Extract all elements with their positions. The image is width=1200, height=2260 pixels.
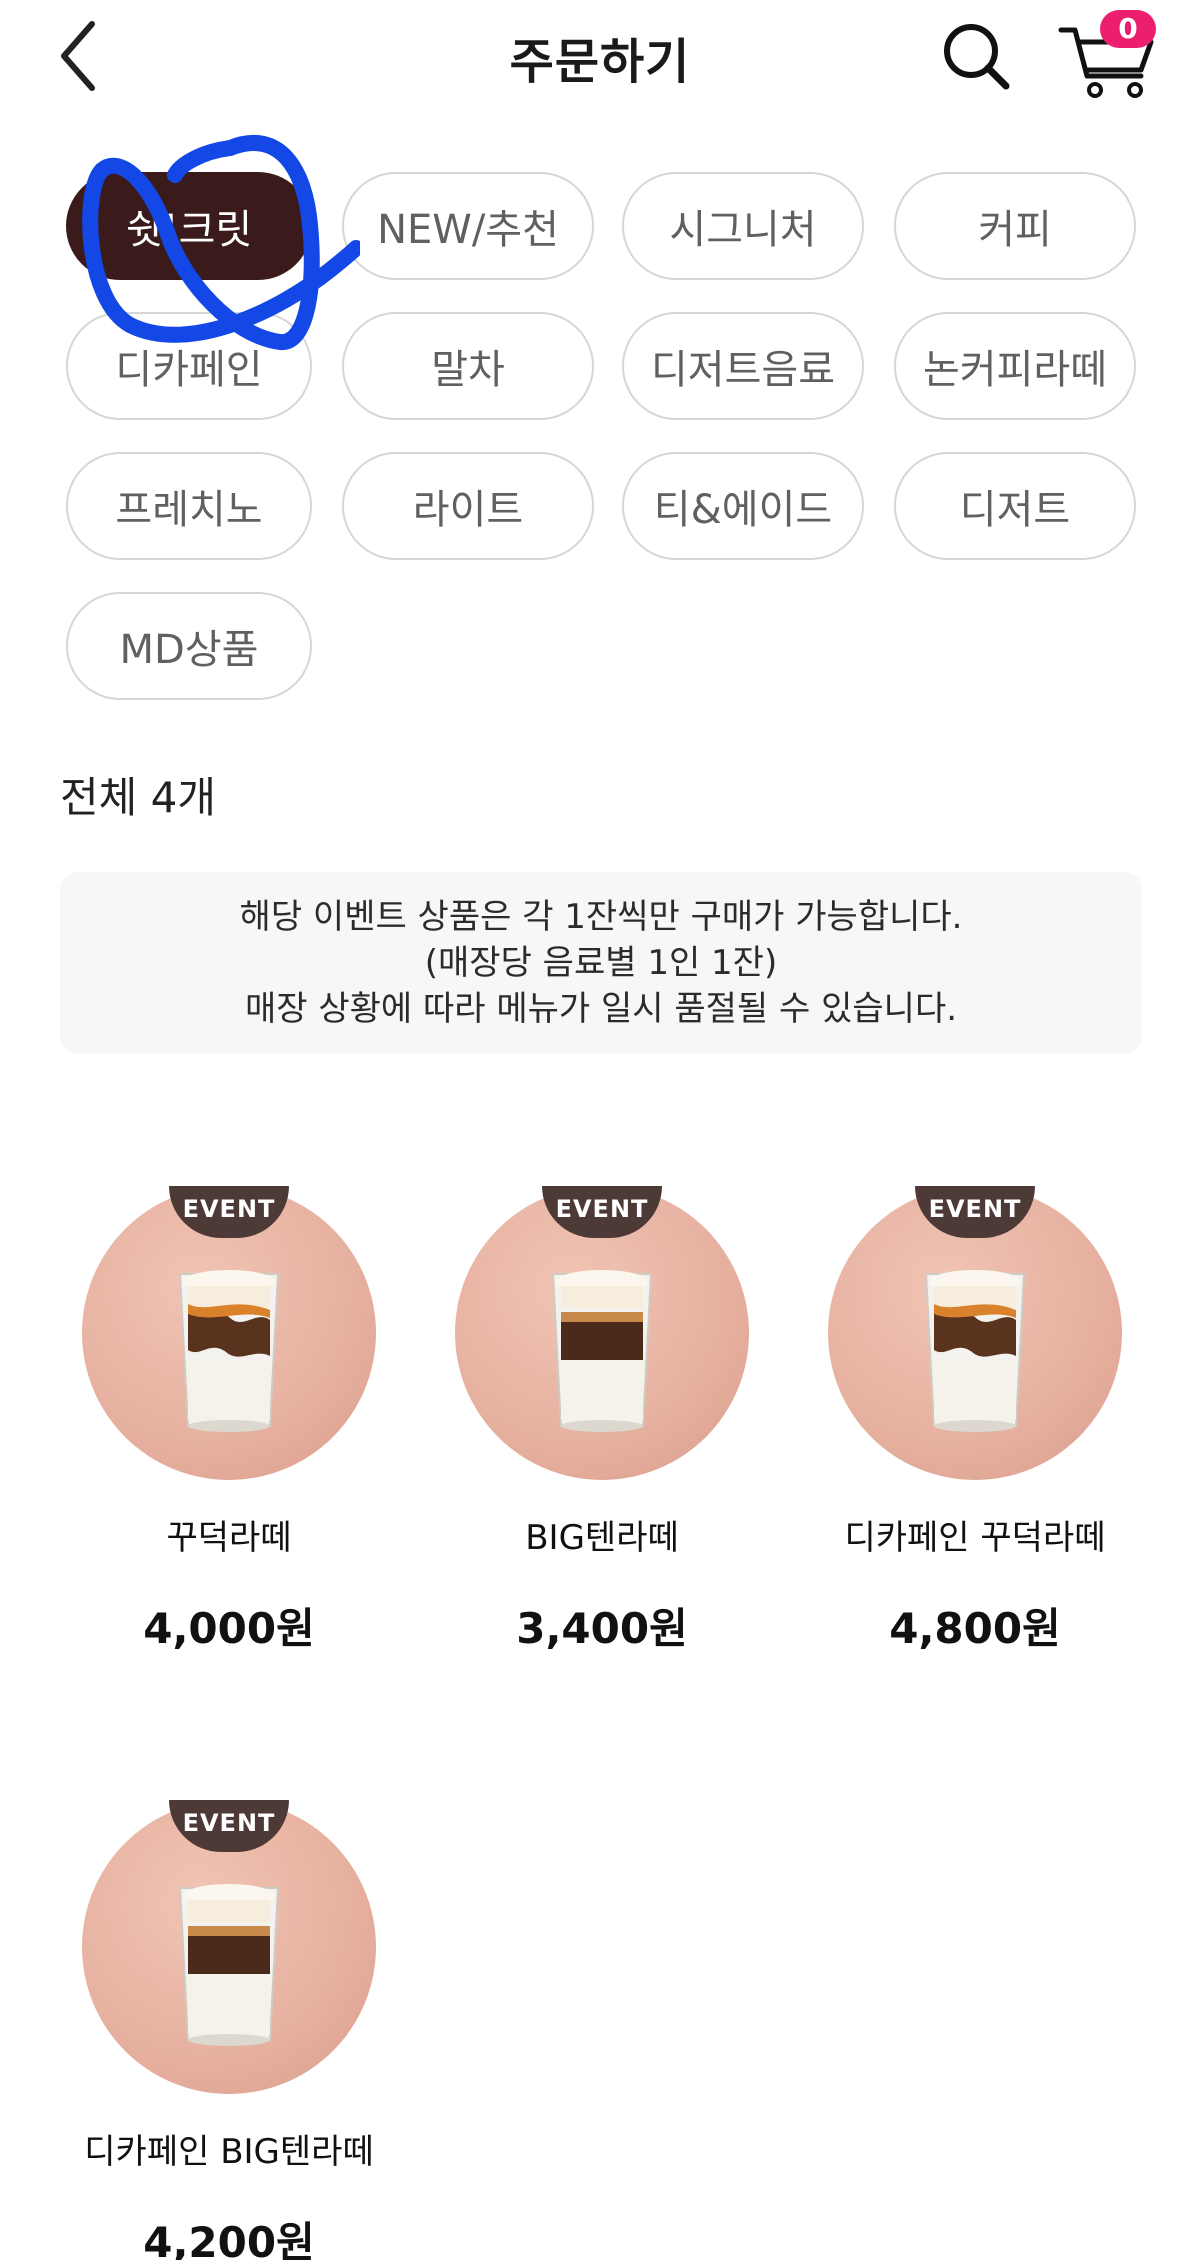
category-chip[interactable]: 라이트 xyxy=(342,452,594,560)
notice-line: (매장당 음료별 1인 1잔) xyxy=(424,943,778,983)
event-notice: 해당 이벤트 상품은 각 1잔씩만 구매가 가능합니다. (매장당 음료별 1인… xyxy=(60,872,1142,1054)
page-title: 주문하기 xyxy=(509,34,691,90)
product-name: 디카페인 꾸덕라떼 xyxy=(844,1518,1106,1558)
product-card[interactable]: EVENT 디카페인 BIG텐라떼 4,200원 xyxy=(43,1800,415,2260)
search-button[interactable] xyxy=(940,20,1012,92)
search-icon xyxy=(944,24,1010,90)
product-image: EVENT xyxy=(82,1800,376,2094)
product-image: EVENT xyxy=(82,1186,376,1480)
category-chip[interactable]: 커피 xyxy=(894,172,1136,280)
drink-cup-icon xyxy=(178,1270,280,1432)
category-chip[interactable]: 말차 xyxy=(342,312,594,420)
product-card[interactable]: EVENT 꾸덕라떼 4,000원 xyxy=(43,1186,415,1656)
category-chip[interactable]: 논커피라떼 xyxy=(894,312,1136,420)
notice-line: 매장 상황에 따라 메뉴가 일시 품절될 수 있습니다. xyxy=(244,989,958,1029)
drink-cup-icon xyxy=(551,1270,653,1432)
drink-cup-icon xyxy=(924,1270,1026,1432)
drink-cup-icon xyxy=(178,1884,280,2046)
category-chip[interactable]: NEW/추천 xyxy=(342,172,594,280)
product-price: 4,200원 xyxy=(143,2218,315,2260)
category-chip[interactable]: 티&에이드 xyxy=(622,452,864,560)
product-name: 디카페인 BIG텐라떼 xyxy=(84,2132,374,2172)
product-price: 3,400원 xyxy=(516,1604,688,1653)
product-price: 4,800원 xyxy=(889,1604,1061,1653)
product-card[interactable]: EVENT BIG텐라떼 3,400원 xyxy=(416,1186,788,1656)
category-chip[interactable]: 프레치노 xyxy=(66,452,312,560)
product-image: EVENT xyxy=(828,1186,1122,1480)
category-chip[interactable]: 시그니처 xyxy=(622,172,864,280)
cart-count-badge: 0 xyxy=(1100,10,1156,48)
product-image: EVENT xyxy=(455,1186,749,1480)
category-chip[interactable]: 쉿!크릿 xyxy=(66,172,312,280)
product-price: 4,000원 xyxy=(143,1604,315,1653)
category-chip[interactable]: 디저트 xyxy=(894,452,1136,560)
total-count: 전체 4개 xyxy=(60,773,216,822)
product-name: BIG텐라떼 xyxy=(525,1518,679,1558)
category-chip[interactable]: 디저트음료 xyxy=(622,312,864,420)
product-card[interactable]: EVENT 디카페인 꾸덕라떼 4,800원 xyxy=(789,1186,1161,1656)
header: 주문하기 0 xyxy=(0,0,1200,110)
category-chip[interactable]: 디카페인 xyxy=(66,312,312,420)
product-name: 꾸덕라떼 xyxy=(166,1518,292,1558)
category-chip[interactable]: MD상품 xyxy=(66,592,312,700)
notice-line: 해당 이벤트 상품은 각 1잔씩만 구매가 가능합니다. xyxy=(239,897,963,937)
